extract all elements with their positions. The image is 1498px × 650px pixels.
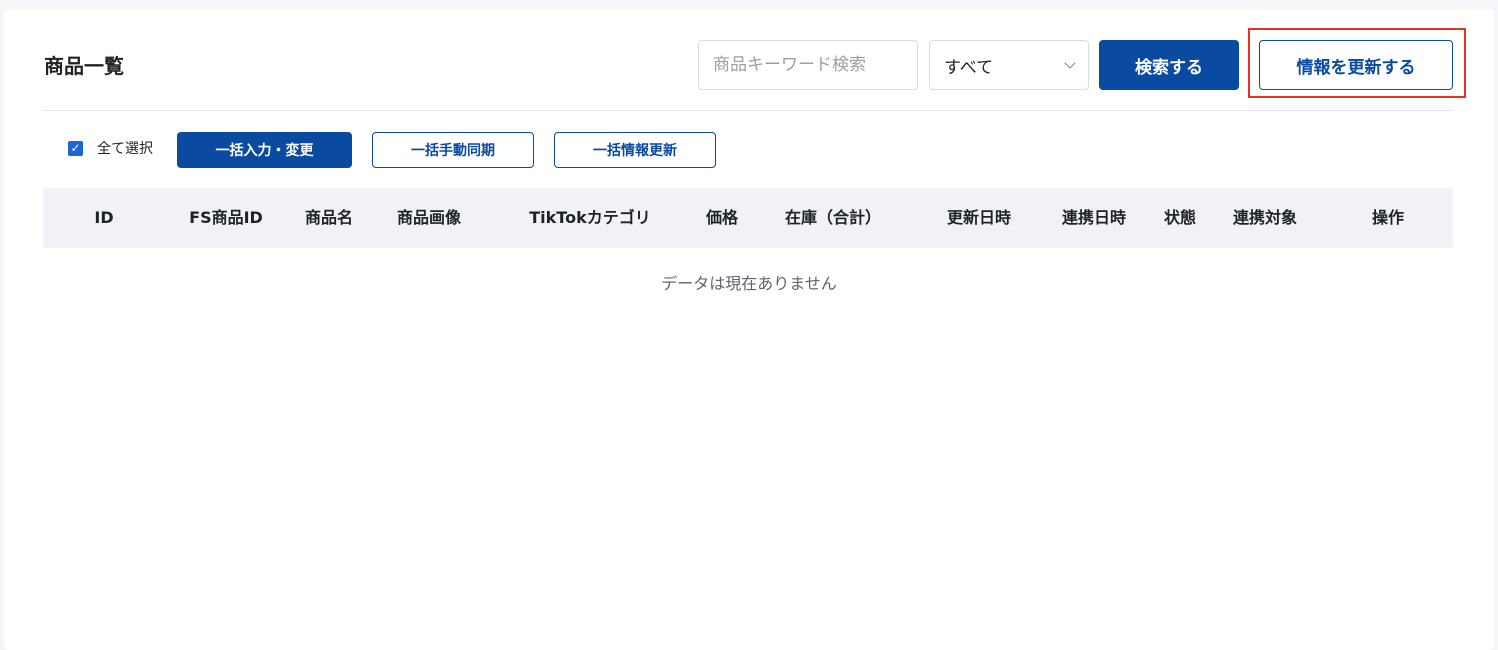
page-title: 商品一覧 bbox=[44, 54, 124, 78]
search-button[interactable]: 検索する bbox=[1099, 40, 1239, 90]
column-header-status: 状態 bbox=[1163, 208, 1197, 227]
table-header: ID FS商品ID 商品名 商品画像 TikTokカテゴリ 価格 在庫（合計） … bbox=[43, 188, 1453, 248]
select-all-label: 全て選択 bbox=[97, 141, 153, 157]
bulk-manual-sync-button[interactable]: 一括手動同期 bbox=[372, 132, 534, 168]
select-all-toggle[interactable]: ✓ 全て選択 bbox=[68, 138, 153, 158]
chevron-down-icon bbox=[1064, 57, 1076, 69]
column-header-link-target: 連携対象 bbox=[1232, 208, 1298, 227]
bulk-edit-button[interactable]: 一括入力・変更 bbox=[177, 132, 352, 168]
column-header-price: 価格 bbox=[705, 208, 739, 227]
column-header-product-image: 商品画像 bbox=[396, 208, 462, 227]
status-filter-select[interactable]: すべて bbox=[929, 40, 1089, 90]
select-all-checkbox[interactable]: ✓ bbox=[68, 140, 83, 156]
column-header-actions: 操作 bbox=[1371, 208, 1405, 227]
column-header-fs-product-id: FS商品ID bbox=[189, 208, 263, 227]
column-header-linked-at: 連携日時 bbox=[1061, 208, 1127, 227]
column-header-product-name: 商品名 bbox=[304, 208, 354, 227]
column-header-updated-at: 更新日時 bbox=[946, 208, 1012, 227]
empty-table-message: データは現在ありません bbox=[661, 274, 837, 293]
column-header-stock-total: 在庫（合計） bbox=[784, 208, 882, 227]
product-keyword-search-input[interactable] bbox=[698, 40, 918, 90]
column-header-id: ID bbox=[94, 208, 114, 227]
column-header-tiktok-category: TikTokカテゴリ bbox=[529, 208, 651, 227]
bulk-info-update-button[interactable]: 一括情報更新 bbox=[554, 132, 716, 168]
header-divider bbox=[43, 110, 1453, 111]
filter-selected-value: すべて bbox=[944, 57, 994, 78]
product-list-card: 商品一覧 すべて 検索する 情報を更新する ✓ 全て選択 一括入力・変更 一括手… bbox=[4, 10, 1494, 650]
update-info-button[interactable]: 情報を更新する bbox=[1259, 40, 1453, 90]
